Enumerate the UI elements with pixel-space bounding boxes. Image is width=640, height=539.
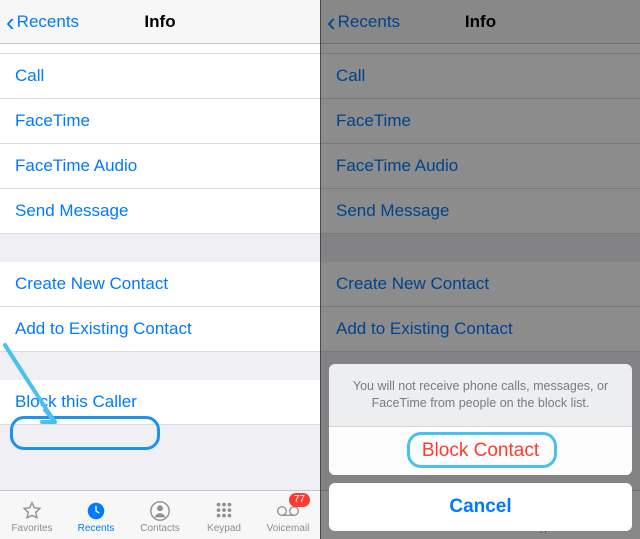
tab-voicemail[interactable]: 77 Voicemail: [256, 491, 320, 539]
phone-left: ‹ Recents Info Call FaceTime FaceTime Au…: [0, 0, 320, 539]
row-label: FaceTime Audio: [15, 156, 137, 175]
tab-keypad[interactable]: Keypad: [192, 491, 256, 539]
navbar: ‹ Recents Info: [0, 0, 320, 44]
partial-row: [0, 44, 320, 54]
tab-label: Voicemail: [267, 523, 310, 534]
tab-recents[interactable]: Recents: [64, 491, 128, 539]
row-label: Add to Existing Contact: [15, 319, 192, 338]
action-group-2: Create New Contact Add to Existing Conta…: [0, 262, 320, 352]
action-group-1: Call FaceTime FaceTime Audio Send Messag…: [0, 44, 320, 234]
action-sheet-message: You will not receive phone calls, messag…: [329, 364, 632, 427]
page-title: Info: [144, 12, 175, 32]
action-sheet: You will not receive phone calls, messag…: [329, 364, 632, 531]
chevron-left-icon: ‹: [6, 9, 15, 35]
keypad-icon: [212, 500, 236, 522]
person-icon: [148, 500, 172, 522]
row-send-message[interactable]: Send Message: [0, 189, 320, 234]
action-sheet-body: You will not receive phone calls, messag…: [329, 364, 632, 475]
back-button[interactable]: ‹ Recents: [6, 0, 79, 43]
tab-label: Contacts: [140, 523, 179, 534]
tab-contacts[interactable]: Contacts: [128, 491, 192, 539]
row-block-caller[interactable]: Block this Caller: [0, 380, 320, 425]
row-facetime-audio[interactable]: FaceTime Audio: [0, 144, 320, 189]
row-create-contact[interactable]: Create New Contact: [0, 262, 320, 307]
cancel-button[interactable]: Cancel: [329, 483, 632, 531]
block-contact-button[interactable]: Block Contact: [329, 427, 632, 475]
content-area: Call FaceTime FaceTime Audio Send Messag…: [0, 44, 320, 425]
phone-right: ‹ Recents Info Call FaceTime FaceTime Au…: [320, 0, 640, 539]
row-label: FaceTime: [15, 111, 90, 130]
row-label: Call: [15, 66, 44, 85]
row-label: Create New Contact: [15, 274, 168, 293]
back-label: Recents: [17, 12, 79, 32]
button-label: Cancel: [449, 496, 511, 517]
voicemail-badge: 77: [289, 493, 310, 507]
tab-favorites[interactable]: Favorites: [0, 491, 64, 539]
tab-label: Recents: [78, 523, 115, 534]
row-label: Send Message: [15, 201, 128, 220]
row-call[interactable]: Call: [0, 54, 320, 99]
row-add-existing[interactable]: Add to Existing Contact: [0, 307, 320, 352]
action-group-3: Block this Caller: [0, 380, 320, 425]
row-facetime[interactable]: FaceTime: [0, 99, 320, 144]
tab-label: Keypad: [207, 523, 241, 534]
star-icon: [20, 500, 44, 522]
tabbar: Favorites Recents Contacts Keypad: [0, 490, 320, 539]
tab-label: Favorites: [11, 523, 52, 534]
row-label: Block this Caller: [15, 392, 137, 411]
button-label: Block Contact: [422, 440, 539, 461]
clock-icon: [84, 500, 108, 522]
